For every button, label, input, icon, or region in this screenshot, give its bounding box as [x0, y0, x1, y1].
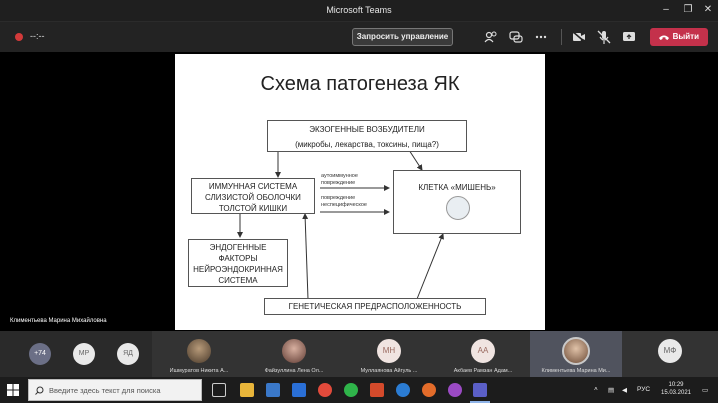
- exogenous-subtitle: (микробы, лекарства, токсины, пища?): [295, 140, 439, 149]
- participant-photo: [282, 339, 306, 363]
- restore-icon[interactable]: ❐: [680, 3, 696, 17]
- search-placeholder: Введите здесь текст для поиска: [49, 386, 161, 395]
- target-cell-label: КЛЕТКА «МИШЕНЬ»: [418, 183, 496, 192]
- endogenous-box: ЭНДОГЕННЫЕ ФАКТОРЫ НЕЙРОЭНДОКРИННАЯ СИСТ…: [188, 239, 288, 287]
- chat-icon[interactable]: [507, 28, 525, 46]
- exogenous-box: ЭКЗОГЕННЫЕ ВОЗБУДИТЕЛИ (микробы, лекарст…: [267, 120, 467, 152]
- window-title: Microsoft Teams: [326, 5, 392, 15]
- chrome-icon[interactable]: [318, 383, 332, 397]
- volume-icon[interactable]: ◀: [622, 386, 627, 394]
- endogenous-line-2: ФАКТОРЫ: [218, 254, 258, 263]
- more-options-icon[interactable]: [532, 28, 550, 46]
- notifications-icon[interactable]: ▭: [702, 386, 708, 394]
- request-control-button[interactable]: Запросить управление: [352, 28, 453, 46]
- endogenous-line-3: НЕЙРОЭНДОКРИННАЯ: [193, 265, 283, 274]
- genetic-box: ГЕНЕТИЧЕСКАЯ ПРЕДРАСПОЛОЖЕННОСТЬ: [264, 298, 486, 315]
- windows-start-icon[interactable]: [7, 384, 19, 396]
- speaker-name: Климентьева Марина Михайловна: [10, 318, 107, 324]
- nonspecific-line-2: неспецифическое: [321, 202, 367, 208]
- immune-line-1: ИММУННАЯ СИСТЕМА: [208, 182, 298, 191]
- telegram-icon[interactable]: [396, 383, 410, 397]
- immune-system-box: ИММУННАЯ СИСТЕМА СЛИЗИСТОЙ ОБОЛОЧКИ ТОЛС…: [191, 178, 315, 214]
- powerpoint-icon[interactable]: [370, 383, 384, 397]
- network-icon[interactable]: ▤: [608, 386, 614, 394]
- meeting-timer: --:--: [30, 31, 45, 41]
- participant-initials: АА: [471, 339, 495, 363]
- leave-label: Выйти: [672, 32, 699, 41]
- task-view-icon[interactable]: [212, 383, 226, 397]
- leave-button[interactable]: Выйти: [650, 28, 708, 46]
- participant-name: Ишмуратов Никита А...: [169, 368, 229, 374]
- taskbar-clock[interactable]: 10:29 15.03.2021: [656, 381, 696, 397]
- cell-circle: [446, 196, 470, 220]
- nonspecific-line-1: повреждение: [321, 195, 356, 201]
- phone-hangup-icon: [659, 35, 669, 40]
- presentation-slide: Схема патогенеза ЯК ЭКЗОГЕННЫЕ ВОЗБУДИТЕ…: [175, 54, 545, 330]
- autoimmune-line-2: повреждение: [321, 180, 356, 186]
- participant-initials: МН: [377, 339, 401, 363]
- more-participants-badge[interactable]: +74: [29, 343, 51, 365]
- search-icon: [35, 386, 44, 395]
- participant-avatar[interactable]: ЯД: [117, 343, 139, 365]
- share-screen-icon[interactable]: [620, 28, 638, 46]
- clock-time: 10:29: [668, 382, 684, 388]
- participant-tile[interactable]: Файзуллина Лена Ол...: [246, 331, 342, 377]
- clock-date: 15.03.2021: [660, 390, 692, 396]
- endogenous-line-1: ЭНДОГЕННЫЕ: [209, 243, 267, 252]
- firefox-icon[interactable]: [422, 383, 436, 397]
- participant-initials: МФ: [658, 339, 682, 363]
- recording-icon: [15, 33, 23, 41]
- participant-name: Файзуллина Лена Ол...: [264, 368, 324, 374]
- participant-photo: [187, 339, 211, 363]
- participant-tile[interactable]: АА Акбаев Рамзан Адам...: [436, 331, 530, 377]
- nonspecific-label: повреждение неспецифическое: [321, 195, 367, 209]
- exogenous-title: ЭКЗОГЕННЫЕ ВОЗБУДИТЕЛИ: [309, 125, 425, 134]
- meeting-toolbar: --:-- Запросить управление Выйти: [0, 22, 718, 52]
- participant-tile[interactable]: Ишмуратов Никита А...: [152, 331, 246, 377]
- windows-taskbar: Введите здесь текст для поиска ˄ ▤ ◀ РУС…: [0, 377, 718, 403]
- participant-name: Муллаянова Айгуль ...: [360, 368, 418, 374]
- app-icon[interactable]: [448, 383, 462, 397]
- immune-line-3: ТОЛСТОЙ КИШКИ: [218, 204, 288, 213]
- immune-line-2: СЛИЗИСТОЙ ОБОЛОЧКИ: [205, 193, 301, 202]
- toolbar-divider: [561, 29, 562, 45]
- participant-tile[interactable]: МН Муллаянова Айгуль ...: [342, 331, 436, 377]
- participant-name: Акбаев Рамзан Адам...: [453, 368, 513, 374]
- autoimmune-label: аутоиммунное повреждение: [321, 173, 358, 187]
- close-icon[interactable]: ✕: [700, 3, 716, 17]
- autoimmune-line-1: аутоиммунное: [321, 173, 358, 179]
- minimize-icon[interactable]: –: [658, 3, 674, 17]
- file-explorer-icon[interactable]: [240, 383, 254, 397]
- participant-tile[interactable]: МФ: [622, 331, 718, 377]
- tray-chevron-icon[interactable]: ˄: [594, 386, 598, 393]
- endogenous-line-4: СИСТЕМА: [218, 276, 258, 285]
- taskbar-search-input[interactable]: Введите здесь текст для поиска: [28, 379, 202, 401]
- participant-avatar[interactable]: МР: [73, 343, 95, 365]
- shared-content-stage: Схема патогенеза ЯК ЭКЗОГЕННЫЕ ВОЗБУДИТЕ…: [0, 52, 718, 331]
- target-cell-box: КЛЕТКА «МИШЕНЬ»: [393, 170, 521, 234]
- language-indicator[interactable]: РУС: [637, 386, 650, 393]
- mic-muted-icon[interactable]: [595, 28, 613, 46]
- store-icon[interactable]: [266, 383, 280, 397]
- whatsapp-icon[interactable]: [344, 383, 358, 397]
- participants-icon[interactable]: [482, 28, 500, 46]
- title-bar: Microsoft Teams – ❐ ✕: [0, 0, 718, 22]
- participant-photo: [562, 337, 590, 365]
- participant-name: Климентьева Марина Ми...: [541, 368, 611, 374]
- teams-icon[interactable]: [473, 383, 487, 397]
- participant-strip: +74 МР ЯД Ишмуратов Никита А... Файзулли…: [0, 331, 718, 377]
- participant-tile-active[interactable]: Климентьева Марина Ми...: [530, 331, 622, 377]
- mail-icon[interactable]: [292, 383, 306, 397]
- camera-off-icon[interactable]: [570, 28, 588, 46]
